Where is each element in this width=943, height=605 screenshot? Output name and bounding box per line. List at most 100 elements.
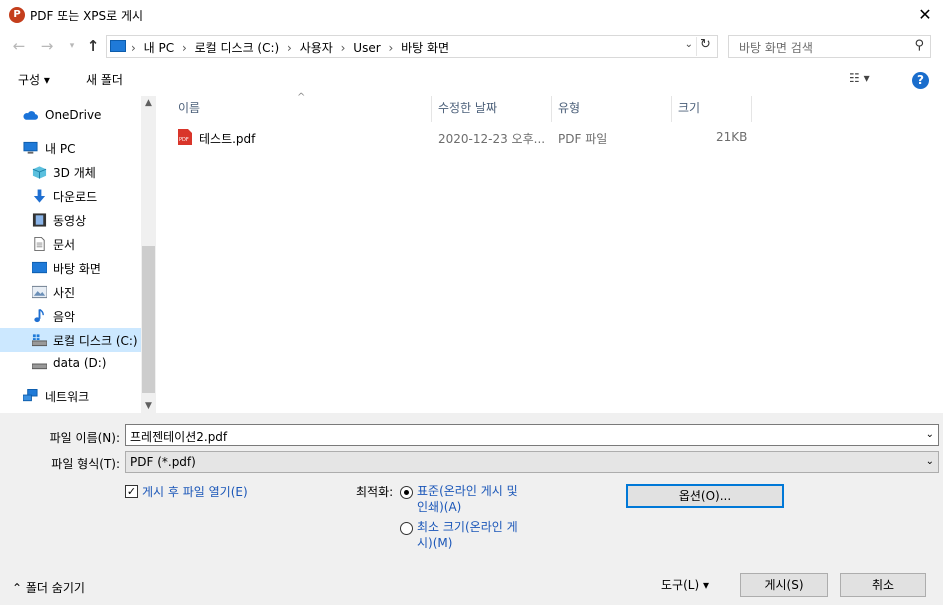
- picture-icon: [32, 285, 47, 299]
- optimize-standard-radio[interactable]: [400, 486, 413, 499]
- optimize-standard-label[interactable]: 표준(온라인 게시 및 인쇄)(A): [417, 483, 552, 515]
- filetype-value: PDF (*.pdf): [130, 455, 196, 469]
- help-icon[interactable]: ?: [912, 72, 929, 89]
- optimize-minimum-radio[interactable]: [400, 522, 413, 535]
- video-icon: [32, 213, 47, 227]
- pdf-file-icon: PDF: [178, 129, 192, 145]
- nav-item-pictures[interactable]: 사진: [0, 280, 141, 304]
- breadcrumb-separator-icon[interactable]: ›: [287, 41, 292, 55]
- file-modified: 2020-12-23 오후...: [438, 132, 546, 146]
- nav-item-videos[interactable]: 동영상: [0, 208, 141, 232]
- command-bar: 구성 ▾ 새 폴더 ☷ ▾ ?: [0, 65, 943, 95]
- optimize-minimum-line: 시)(M): [417, 536, 453, 550]
- column-header-size[interactable]: 크기: [672, 96, 752, 122]
- new-folder-button[interactable]: 새 폴더: [86, 71, 123, 88]
- nav-item-label: 내 PC: [45, 142, 76, 156]
- publish-button[interactable]: 게시(S): [740, 573, 828, 597]
- nav-item-music[interactable]: 음악: [0, 304, 141, 328]
- search-placeholder: 바탕 화면 검색: [739, 41, 813, 55]
- nav-item-downloads[interactable]: 다운로드: [0, 184, 141, 208]
- options-button[interactable]: 옵션(O)...: [626, 484, 784, 508]
- nav-item-label: 3D 개체: [53, 166, 96, 180]
- tools-button[interactable]: 도구(L) ▾: [661, 576, 709, 593]
- file-size: 21KB: [716, 130, 748, 144]
- nav-item-3d-objects[interactable]: 3D 개체: [0, 160, 141, 184]
- nav-item-data-d[interactable]: data (D:): [0, 352, 141, 376]
- filetype-label: 파일 형식(T):: [51, 457, 120, 471]
- up-arrow-icon[interactable]: ↑: [84, 37, 102, 55]
- file-list: ^ 이름 수정한 날짜 유형 크기 PDF 테스트.pdf 2020-12-23…: [157, 92, 943, 413]
- chevron-down-icon[interactable]: ▼: [141, 401, 156, 411]
- cancel-button[interactable]: 취소: [840, 573, 926, 597]
- nav-item-this-pc[interactable]: 내 PC: [0, 136, 141, 160]
- filename-field[interactable]: 프레젠테이션2.pdf ⌄: [125, 424, 939, 446]
- tools-label: 도구(L): [661, 578, 700, 592]
- address-row: ← → ▾ ↑ › 내 PC › 로컬 디스크 (C:) › 사용자 › Use…: [0, 33, 943, 61]
- chevron-up-icon[interactable]: ▲: [141, 98, 156, 108]
- nav-item-label: data (D:): [53, 356, 107, 370]
- nav-item-network[interactable]: 네트워크: [0, 384, 141, 408]
- chevron-down-icon: ▾: [702, 578, 709, 592]
- chevron-down-icon[interactable]: ⌄: [926, 456, 934, 467]
- navigation-scrollbar[interactable]: ▲ ▼: [141, 96, 156, 413]
- breadcrumb-separator-icon[interactable]: ›: [182, 41, 187, 55]
- open-after-publish-checkbox[interactable]: ✓: [125, 485, 138, 498]
- filename-value: 프레젠테이션2.pdf: [130, 430, 228, 444]
- breadcrumb-item[interactable]: User: [353, 41, 380, 55]
- back-arrow-icon[interactable]: ←: [10, 37, 28, 55]
- breadcrumb-item[interactable]: 사용자: [300, 41, 333, 55]
- powerpoint-icon: P: [9, 7, 25, 23]
- address-bar[interactable]: › 내 PC › 로컬 디스크 (C:) › 사용자 › User › 바탕 화…: [106, 35, 718, 58]
- nav-item-onedrive[interactable]: OneDrive: [0, 104, 141, 128]
- drive-icon: [32, 363, 47, 370]
- document-icon: [34, 237, 45, 251]
- breadcrumb-separator-icon: ›: [131, 41, 136, 55]
- column-header-modified[interactable]: 수정한 날짜: [432, 96, 552, 122]
- file-type: PDF 파일: [558, 132, 608, 146]
- nav-item-label: 동영상: [53, 214, 87, 228]
- optimize-minimum-label[interactable]: 최소 크기(온라인 게 시)(M): [417, 519, 552, 551]
- search-input[interactable]: 바탕 화면 검색 ⚲: [728, 35, 931, 58]
- breadcrumb-item[interactable]: 내 PC: [144, 41, 174, 55]
- forward-arrow-icon[interactable]: →: [38, 37, 56, 55]
- nav-item-documents[interactable]: 문서: [0, 232, 141, 256]
- column-header-type[interactable]: 유형: [552, 96, 672, 122]
- svg-text:PDF: PDF: [179, 137, 189, 143]
- breadcrumb-separator-icon[interactable]: ›: [341, 41, 346, 55]
- organize-button[interactable]: 구성 ▾: [18, 71, 50, 88]
- scrollbar-thumb[interactable]: [142, 246, 155, 393]
- network-icon: [23, 389, 38, 402]
- filename-label: 파일 이름(N):: [49, 431, 120, 445]
- search-icon[interactable]: ⚲: [914, 38, 924, 53]
- view-options-icon[interactable]: ☷ ▾: [849, 71, 870, 85]
- music-icon: [34, 309, 44, 323]
- nav-item-local-disk-c[interactable]: 로컬 디스크 (C:): [0, 328, 141, 352]
- chevron-down-icon[interactable]: ⌄: [685, 39, 693, 50]
- filetype-select[interactable]: PDF (*.pdf) ⌄: [125, 451, 939, 473]
- nav-item-desktop[interactable]: 바탕 화면: [0, 256, 141, 280]
- column-header-name[interactable]: 이름: [172, 96, 432, 122]
- breadcrumb-separator-icon[interactable]: ›: [388, 41, 393, 55]
- desktop-icon: [32, 261, 47, 274]
- hide-folders-label: 폴더 숨기기: [25, 581, 85, 595]
- save-options-panel: 파일 이름(N): 프레젠테이션2.pdf ⌄ 파일 형식(T): PDF (*…: [0, 413, 943, 605]
- open-after-publish-label[interactable]: 게시 후 파일 열기(E): [142, 483, 248, 500]
- nav-item-label: 바탕 화면: [53, 262, 101, 276]
- file-name: 테스트.pdf: [199, 132, 256, 146]
- nav-item-label: 문서: [53, 238, 76, 252]
- cloud-icon: [23, 111, 38, 120]
- title-bar: P PDF 또는 XPS로 게시 ✕: [0, 0, 943, 30]
- nav-item-label: 네트워크: [45, 390, 90, 404]
- recent-locations-chevron-icon[interactable]: ▾: [63, 37, 81, 55]
- computer-icon: [110, 40, 126, 52]
- breadcrumb: › 내 PC › 로컬 디스크 (C:) › 사용자 › User › 바탕 화…: [131, 39, 453, 56]
- refresh-icon[interactable]: ↻: [696, 37, 714, 56]
- nav-item-label: OneDrive: [45, 108, 102, 122]
- cube-icon: [32, 166, 47, 179]
- close-button[interactable]: ✕: [913, 4, 937, 26]
- breadcrumb-item[interactable]: 로컬 디스크 (C:): [195, 41, 280, 55]
- hide-folders-button[interactable]: ⌃ 폴더 숨기기: [12, 579, 85, 596]
- nav-item-label: 음악: [53, 310, 76, 324]
- chevron-down-icon[interactable]: ⌄: [926, 429, 934, 440]
- breadcrumb-item[interactable]: 바탕 화면: [401, 41, 449, 55]
